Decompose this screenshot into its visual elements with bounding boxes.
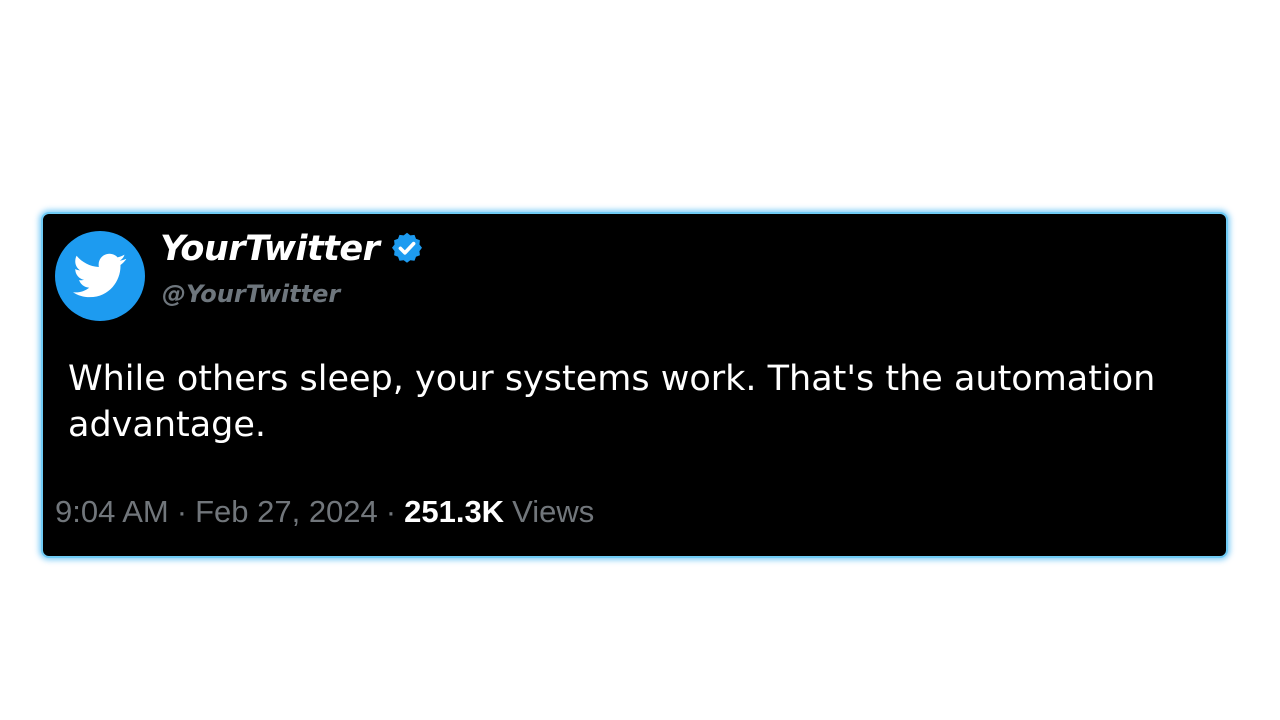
tweet-metadata: 9:04 AM · Feb 27, 2024 · 251.3K Views bbox=[55, 494, 594, 530]
twitter-bird-icon bbox=[73, 253, 127, 298]
tweet-card: YourTwitter @YourTwitter While others sl… bbox=[41, 212, 1228, 558]
tweet-time[interactable]: 9:04 AM bbox=[55, 494, 169, 530]
user-handle[interactable]: @YourTwitter bbox=[162, 280, 340, 308]
display-name-row: YourTwitter bbox=[160, 224, 425, 274]
separator-dot: · bbox=[385, 494, 397, 529]
tweet-text: While others sleep, your systems work. T… bbox=[68, 359, 1156, 445]
separator-dot: · bbox=[176, 494, 188, 529]
views-label: Views bbox=[512, 494, 595, 529]
tweet-date[interactable]: Feb 27, 2024 bbox=[195, 494, 378, 530]
display-name[interactable]: YourTwitter bbox=[160, 229, 380, 269]
verified-badge-icon bbox=[389, 231, 425, 267]
avatar[interactable] bbox=[55, 231, 145, 321]
views-count[interactable]: 251.3K bbox=[404, 494, 504, 530]
